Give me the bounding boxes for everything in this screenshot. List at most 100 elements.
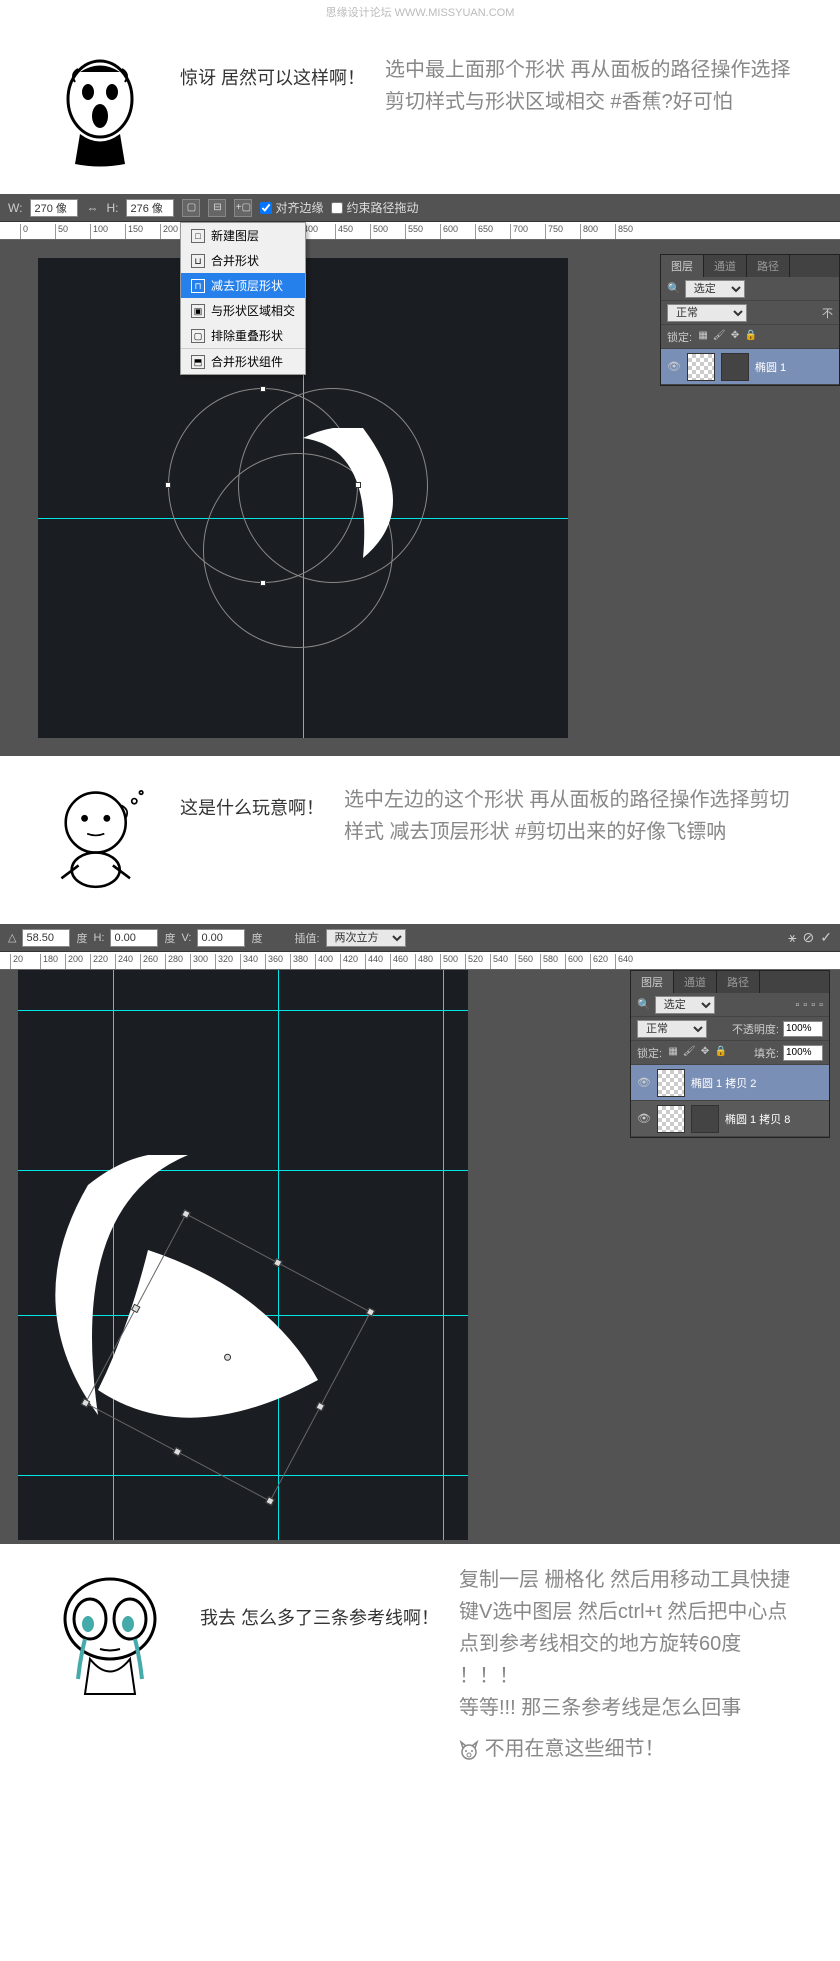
canvas-2[interactable] xyxy=(18,970,468,1540)
lock-icons-2: ▦ 🖌 ✥ 🔒 xyxy=(666,1046,728,1060)
tab-paths-2[interactable]: 路径 xyxy=(717,971,760,993)
lock-label-2: 锁定: xyxy=(637,1045,662,1061)
filter-icon[interactable]: ▫ xyxy=(811,999,815,1011)
exclaim-text-2: 这是什么玩意啊！ xyxy=(180,784,324,820)
lock-transparency-icon[interactable]: ▦ xyxy=(696,330,710,344)
skew-h-input[interactable] xyxy=(110,929,158,947)
blend-mode-select-2[interactable]: 正常 xyxy=(637,1020,707,1038)
align-edges-check[interactable]: 对齐边缘 xyxy=(260,199,323,216)
options-bar-2: △ 度 H: 度 V: 度 插值: 两次立方 ⚹ ⊘ ✓ xyxy=(0,924,840,952)
angle-input[interactable] xyxy=(22,929,70,947)
layer-name: 椭圆 1 拷贝 2 xyxy=(691,1075,756,1091)
lock-pixels-icon[interactable]: 🖌 xyxy=(682,1046,696,1060)
watermark: 思缘设计论坛 WWW.MISSYUAN.COM xyxy=(0,0,840,24)
kind-select[interactable]: 选定 xyxy=(685,280,745,298)
dropdown-combine[interactable]: ⊔合并形状 xyxy=(181,248,305,273)
skew-v-input[interactable] xyxy=(197,929,245,947)
lock-transparency-icon[interactable]: ▦ xyxy=(666,1046,680,1060)
tab-channels[interactable]: 通道 xyxy=(704,255,747,277)
dropdown-new-layer[interactable]: □新建图层 xyxy=(181,223,305,248)
lock-position-icon[interactable]: ✥ xyxy=(728,330,742,344)
lock-all-icon[interactable]: 🔒 xyxy=(744,330,758,344)
tab-layers[interactable]: 图层 xyxy=(661,255,704,277)
tab-paths[interactable]: 路径 xyxy=(747,255,790,277)
filter-icon[interactable]: ▫ xyxy=(819,999,823,1011)
path-op-icon-2[interactable]: ⊟ xyxy=(208,199,226,217)
height-input[interactable] xyxy=(126,199,174,217)
lock-position-icon[interactable]: ✥ xyxy=(698,1046,712,1060)
instruction-text-2: 选中左边的这个形状 再从面板的路径操作选择剪切样式 减去顶层形状 #剪切出来的好… xyxy=(344,784,800,848)
layer-item-ellipse1[interactable]: 👁 椭圆 1 xyxy=(661,349,839,385)
section1-header: 惊讶 居然可以这样啊！ 选中最上面那个形状 再从面板的路径操作选择剪切样式与形状… xyxy=(0,24,840,194)
layer-filter-row: 🔍 选定 xyxy=(661,277,839,301)
dropdown-intersect[interactable]: ▣与形状区域相交 xyxy=(181,298,305,323)
lock-pixels-icon[interactable]: 🖌 xyxy=(712,330,726,344)
photoshop-window-1: W: ⇔ H: ▢ ⊟ +▢ 对齐边缘 约束路径拖动 0501001502002… xyxy=(0,194,840,754)
layer-mask-thumbnail[interactable] xyxy=(721,353,749,381)
angle-icon: △ xyxy=(8,931,16,944)
layers-panel-1: 图层 通道 路径 🔍 选定 正常 不 锁定: ▦ 🖌 ✥ 🔒 👁 xyxy=(660,254,840,386)
guide-h2-1[interactable] xyxy=(18,1010,468,1011)
layer-name: 椭圆 1 xyxy=(755,359,786,375)
lock-row: 锁定: ▦ 🖌 ✥ 🔒 xyxy=(661,325,839,349)
width-input[interactable] xyxy=(30,199,78,217)
path-op-icon-3[interactable]: +▢ xyxy=(234,199,252,217)
cat-icon xyxy=(459,1740,479,1760)
visibility-icon[interactable]: 👁 xyxy=(667,360,681,374)
layer-item-copy8[interactable]: 👁 椭圆 1 拷贝 8 xyxy=(631,1101,829,1137)
horizontal-ruler-2: 2018020022024026028030032034036038040042… xyxy=(0,952,840,970)
selection-handle[interactable] xyxy=(260,386,266,392)
kind-icon: 🔍 xyxy=(667,282,681,295)
exclaim-text-3: 我去 怎么多了三条参考线啊！ xyxy=(200,1564,439,1630)
warp-icon[interactable]: ⚹ xyxy=(788,929,796,946)
constrain-check[interactable]: 约束路径拖动 xyxy=(331,199,418,216)
footer-section: 我去 怎么多了三条参考线啊！ 复制一层 栅格化 然后用移动工具快捷键V选中图层 … xyxy=(0,1544,840,1781)
lock-icons: ▦ 🖌 ✥ 🔒 xyxy=(696,330,758,344)
cancel-icon[interactable]: ⊘ xyxy=(803,929,815,946)
selection-handle[interactable] xyxy=(260,580,266,586)
interp-select[interactable]: 两次立方 xyxy=(326,929,406,947)
selection-handle[interactable] xyxy=(355,482,361,488)
transform-center[interactable] xyxy=(223,1352,232,1361)
layer-thumbnail[interactable] xyxy=(657,1069,685,1097)
layer-item-copy2[interactable]: 👁 椭圆 1 拷贝 2 xyxy=(631,1065,829,1101)
filter-icon[interactable]: ▫ xyxy=(803,999,807,1011)
layer-thumbnail[interactable] xyxy=(657,1105,685,1133)
fill-label: 填充: xyxy=(754,1045,779,1061)
selection-handle[interactable] xyxy=(165,482,171,488)
path-op-icon-1[interactable]: ▢ xyxy=(182,199,200,217)
blend-mode-select[interactable]: 正常 xyxy=(667,304,747,322)
guide-v2-3[interactable] xyxy=(443,970,444,1540)
horizontal-ruler-1: 0501001502002503003504004505005506006507… xyxy=(0,222,840,240)
opacity-input[interactable] xyxy=(783,1021,823,1037)
layer-filter-row-2: 🔍 选定 ▫ ▫ ▫ ▫ xyxy=(631,993,829,1017)
fill-input[interactable] xyxy=(783,1045,823,1061)
skew-h-label: H: xyxy=(93,932,104,944)
commit-icon[interactable]: ✓ xyxy=(820,929,832,946)
dropdown-merge[interactable]: ⬒合并形状组件 xyxy=(181,348,305,374)
section2-header: 这是什么玩意啊！ 选中左边的这个形状 再从面板的路径操作选择剪切样式 减去顶层形… xyxy=(0,754,840,924)
opacity-label-2: 不透明度: xyxy=(732,1021,779,1037)
interp-label: 插值: xyxy=(294,930,319,946)
deg-label: 度 xyxy=(76,930,87,946)
dropdown-subtract[interactable]: ⊓减去顶层形状 xyxy=(181,273,305,298)
visibility-icon[interactable]: 👁 xyxy=(637,1112,651,1126)
blend-mode-row: 正常 不 xyxy=(661,301,839,325)
tab-channels-2[interactable]: 通道 xyxy=(674,971,717,993)
visibility-icon[interactable]: 👁 xyxy=(637,1076,651,1090)
dropdown-exclude[interactable]: ▢排除重叠形状 xyxy=(181,323,305,348)
lock-all-icon[interactable]: 🔒 xyxy=(714,1046,728,1060)
panel-tabs: 图层 通道 路径 xyxy=(661,255,839,277)
layer-name: 椭圆 1 拷贝 8 xyxy=(725,1111,790,1127)
layer-mask-thumbnail[interactable] xyxy=(691,1105,719,1133)
kind-icon: 🔍 xyxy=(637,998,651,1011)
tab-layers-2[interactable]: 图层 xyxy=(631,971,674,993)
lock-row-2: 锁定: ▦ 🖌 ✥ 🔒 填充: xyxy=(631,1041,829,1065)
photoshop-window-2: △ 度 H: 度 V: 度 插值: 两次立方 ⚹ ⊘ ✓ 20180200220… xyxy=(0,924,840,1544)
kind-select-2[interactable]: 选定 xyxy=(655,996,715,1014)
layer-thumbnail[interactable] xyxy=(687,353,715,381)
link-icon[interactable]: ⇔ xyxy=(86,201,98,215)
filter-icon[interactable]: ▫ xyxy=(795,999,799,1011)
deg-label: 度 xyxy=(164,930,175,946)
path-operations-dropdown: □新建图层 ⊔合并形状 ⊓减去顶层形状 ▣与形状区域相交 ▢排除重叠形状 ⬒合并… xyxy=(180,222,306,375)
